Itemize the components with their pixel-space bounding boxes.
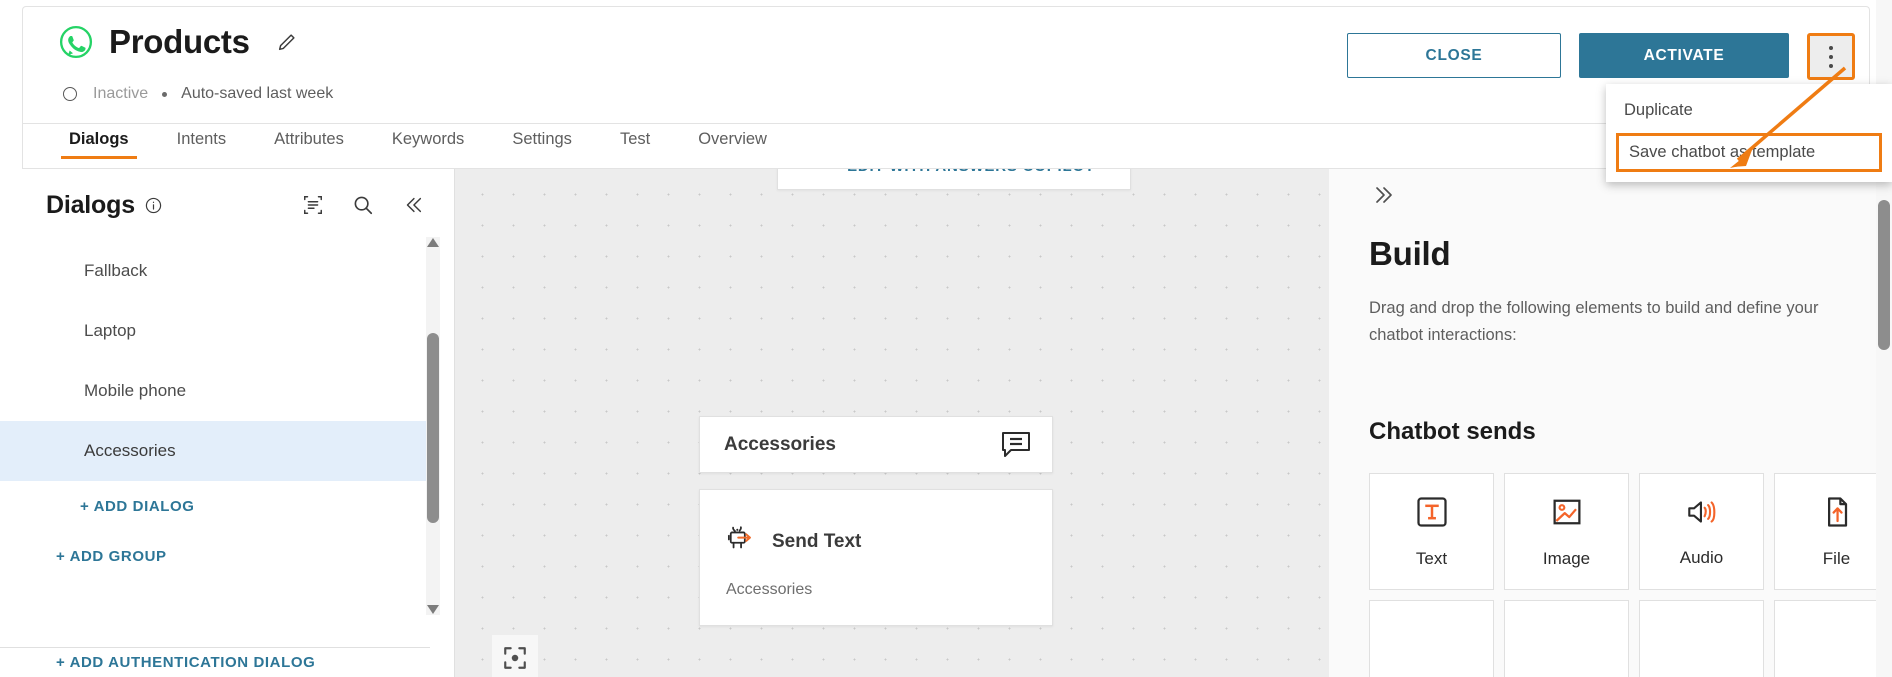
tab-test[interactable]: Test [612,124,658,159]
tile-label: Image [1542,549,1591,568]
kebab-dot [1829,63,1833,68]
file-upload-icon [1819,494,1855,535]
tab-attributes[interactable]: Attributes [266,124,352,159]
status-indicator-icon [63,87,77,101]
sidebar-title: Dialogs [46,190,135,219]
element-header: Send Text [726,524,1026,559]
robot-send-icon [726,524,758,559]
kebab-dot [1829,45,1833,50]
autosave-text: Auto-saved last week [181,85,334,102]
tile-row2-3[interactable] [1639,600,1764,677]
tile-row2-1[interactable] [1369,600,1494,677]
tab-overview[interactable]: Overview [690,124,775,159]
status-badge: Inactive [93,85,149,102]
element-tile-grid: Text Image Audio File [1369,473,1892,677]
tab-dialogs[interactable]: Dialogs [61,124,137,159]
sidebar-item-laptop[interactable]: Laptop [0,301,430,361]
menu-item-duplicate[interactable]: Duplicate [1606,92,1892,129]
focus-target-icon[interactable] [492,635,538,677]
kebab-dot [1829,54,1833,59]
app-header: Products Inactive Auto-saved last week C… [22,6,1870,123]
scroll-down-arrow-icon[interactable] [427,605,439,614]
header-actions: CLOSE ACTIVATE [1347,33,1855,80]
sparkle-icon [813,169,833,179]
element-title: Send Text [772,530,862,552]
separator-dot [162,91,168,97]
scroll-up-arrow-icon[interactable] [427,238,439,247]
tile-audio[interactable]: Audio [1639,473,1764,590]
info-icon[interactable] [145,197,162,214]
menu-item-save-as-template[interactable]: Save chatbot as template [1616,133,1882,172]
tile-row2-2[interactable] [1504,600,1629,677]
more-vertical-icon[interactable] [1807,33,1855,80]
build-panel-description: Drag and drop the following elements to … [1369,299,1819,344]
activate-button[interactable]: ACTIVATE [1579,33,1789,78]
status-row: Inactive Auto-saved last week [63,85,333,103]
dialogs-sidebar: Dialogs Fallback Laptop Mobile phone Acc… [0,169,455,677]
sidebar-scroll-thumb[interactable] [427,333,439,523]
tab-bar: Dialogs Intents Attributes Keywords Sett… [22,123,1870,169]
build-panel: Build Drag and drop the following elemen… [1329,169,1892,677]
tile-label: File [1822,549,1851,568]
sidebar-header: Dialogs [0,169,454,231]
add-authentication-dialog-button[interactable]: + ADD AUTHENTICATION DIALOG [0,648,430,677]
speaker-icon [1684,495,1720,534]
context-menu: Duplicate Save chatbot as template [1606,84,1892,182]
add-group-button[interactable]: + ADD GROUP [0,531,430,581]
tab-settings[interactable]: Settings [504,124,580,159]
tile-row2-4[interactable] [1774,600,1892,677]
search-icon[interactable] [352,194,374,216]
sidebar-icon-group [302,194,424,216]
tile-file[interactable]: File [1774,473,1892,590]
text-box-icon [1414,494,1450,535]
page-title: Products [109,23,250,60]
page-scroll-thumb[interactable] [1878,200,1890,350]
edit-with-copilot-button[interactable]: EDIT WITH ANSWERS COPILOT [777,169,1131,190]
list-select-icon[interactable] [302,194,324,216]
sidebar-item-accessories[interactable]: Accessories [0,421,430,481]
sidebar-scrollbar[interactable] [426,237,440,615]
chatbot-builder-app: Products Inactive Auto-saved last week C… [0,0,1892,677]
tile-label: Text [1415,549,1448,568]
tile-label: Audio [1679,548,1724,567]
send-text-element-card[interactable]: Send Text Accessories [699,489,1053,626]
sidebar-item-mobile-phone[interactable]: Mobile phone [0,361,430,421]
element-text: Accessories [726,581,813,598]
build-panel-title: Build [1369,235,1451,272]
dialog-node-title: Accessories [724,433,836,455]
sidebar-item-fallback[interactable]: Fallback [0,241,430,301]
chatbot-sends-heading: Chatbot sends [1369,418,1536,445]
tab-intents[interactable]: Intents [169,124,235,159]
title-row: Products [59,23,298,61]
tab-keywords[interactable]: Keywords [384,124,472,159]
copilot-button-label: EDIT WITH ANSWERS COPILOT [847,169,1095,175]
image-icon [1549,494,1585,535]
flow-canvas[interactable]: EDIT WITH ANSWERS COPILOT Accessories [455,169,1329,677]
tile-text[interactable]: Text [1369,473,1494,590]
chat-bubble-icon[interactable] [1000,431,1032,459]
dialog-list: Fallback Laptop Mobile phone Accessories… [0,241,430,647]
collapse-left-icon[interactable] [402,194,424,216]
dialog-node-header[interactable]: Accessories [699,416,1053,473]
close-button[interactable]: CLOSE [1347,33,1561,78]
add-dialog-button[interactable]: + ADD DIALOG [0,481,430,531]
expand-right-icon[interactable] [1371,183,1399,207]
pencil-icon[interactable] [276,31,298,53]
tile-image[interactable]: Image [1504,473,1629,590]
body-area: Dialogs Fallback Laptop Mobile phone Acc… [0,169,1892,677]
whatsapp-icon [59,25,93,59]
